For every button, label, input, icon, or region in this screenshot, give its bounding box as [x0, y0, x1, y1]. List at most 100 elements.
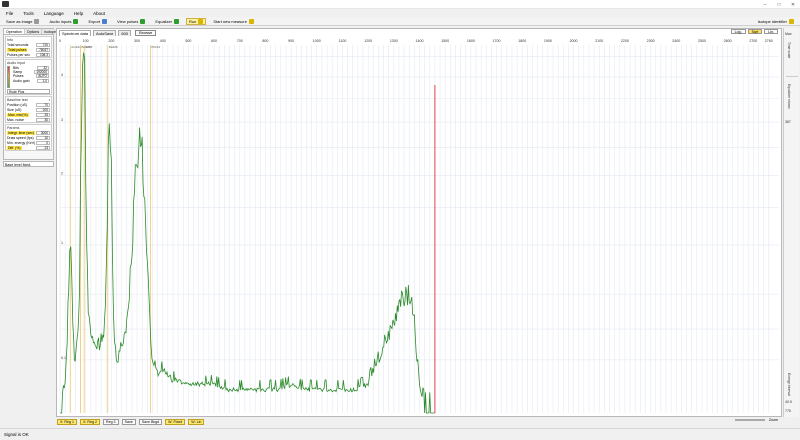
- max-value: Max: [785, 32, 792, 36]
- bottom-bar: X: Reg 1 X: Reg 2 Reg 3 Save Save Bkgd W…: [56, 418, 798, 426]
- chart-header: Spectrum data AutoSave 600 Browse Log. S…: [57, 29, 781, 36]
- size-field[interactable]: 200: [36, 107, 50, 112]
- lin-button[interactable]: W: Lin: [188, 419, 205, 425]
- tab-600[interactable]: 600: [118, 29, 132, 36]
- min-energy-field[interactable]: 0: [36, 140, 50, 145]
- energy-start-value: 40.5: [785, 400, 792, 404]
- zoom-slider[interactable]: [734, 419, 765, 421]
- equalizer-button[interactable]: Equalizer: [152, 18, 182, 25]
- x-tick-label: 2400: [672, 39, 680, 43]
- pulses-per-sec-value: 108.3: [36, 52, 50, 57]
- menu-bar: File Tools Language Help About: [0, 9, 800, 17]
- toggle-icon[interactable]: ◑: [48, 98, 50, 102]
- status-bar: Signal is OK: [0, 428, 800, 440]
- maximize-icon[interactable]: □: [772, 0, 786, 9]
- close-icon[interactable]: ✕: [786, 0, 800, 9]
- scale-value: 387: [785, 120, 791, 124]
- menu-help[interactable]: Help: [74, 11, 83, 16]
- export-button[interactable]: Export: [85, 18, 110, 25]
- left-tabs: Operation Options Isotopes: [4, 29, 61, 35]
- log-scale-button[interactable]: Log.: [730, 29, 746, 34]
- menu-language[interactable]: Language: [44, 11, 64, 16]
- reg2-button[interactable]: X: Reg 2: [79, 419, 100, 425]
- x-tick-label: 1300: [390, 39, 398, 43]
- peak-marker-label: Am241: [71, 45, 81, 49]
- params-section: Params Integr. time (sec) 3000 Draw speed…: [5, 124, 52, 151]
- max-noise-field[interactable]: 30: [36, 117, 50, 122]
- x-tick-label: 2000: [570, 39, 578, 43]
- menu-tools[interactable]: Tools: [23, 11, 34, 16]
- x-tick-label: 600: [211, 39, 217, 43]
- params-row: Integr. time (sec) 3000: [6, 130, 51, 135]
- menu-about[interactable]: About: [93, 11, 105, 16]
- sqrt-scale-button[interactable]: Sqrt: [747, 29, 763, 34]
- position-field[interactable]: 70: [36, 102, 50, 107]
- integr-time-field[interactable]: 3000: [36, 130, 50, 135]
- reg3-button[interactable]: Reg 3: [102, 419, 119, 425]
- save-as-image-button[interactable]: Save as image: [3, 18, 42, 25]
- isotope-identifier-button[interactable]: Isotope identifier: [758, 18, 794, 25]
- tab-spectrum-data[interactable]: Spectrum data: [59, 29, 92, 36]
- start-new-measure-button[interactable]: Start new measure: [210, 18, 257, 25]
- x-tick-label: 2200: [621, 39, 629, 43]
- energy-end-value: 775: [785, 409, 791, 413]
- x-tick-label: 1100: [339, 39, 347, 43]
- app-icon: [2, 1, 9, 7]
- x-tick-label: 800: [262, 39, 268, 43]
- diff-field[interactable]: 23: [36, 145, 50, 150]
- pulses-per-sec-label: Pulses per sec: [7, 52, 30, 57]
- equalizer-icon: [174, 18, 180, 24]
- menu-file[interactable]: File: [6, 11, 13, 16]
- audio-gain-label: Audio gain: [13, 78, 30, 83]
- save-as-image-label: Save as image: [6, 18, 33, 24]
- x-tick-label: 2100: [595, 39, 603, 43]
- peak-marker-label: Pb214: [151, 45, 160, 49]
- tab-operation[interactable]: Operation: [4, 29, 25, 34]
- export-label: Export: [88, 18, 101, 24]
- browse-button[interactable]: Browse: [135, 29, 157, 36]
- right-strip: Max Time scale Equalizer shown 387 Energ…: [783, 28, 799, 417]
- audio-inputs-button[interactable]: Audio inputs: [46, 18, 81, 25]
- spectrum-panel: Spectrum data AutoSave 600 Browse Log. S…: [56, 28, 782, 417]
- y-tick-label: 4: [61, 73, 63, 77]
- draw-speed-field[interactable]: 10: [36, 135, 50, 140]
- params-row: Draw speed (fps) 10: [6, 135, 51, 140]
- x-tick-label: 2600: [724, 39, 732, 43]
- integr-time-label: Integr. time (sec): [7, 130, 36, 135]
- params-row: Diff. (%) 23: [6, 145, 51, 150]
- minimize-icon[interactable]: –: [758, 0, 772, 9]
- baseline-section: Baseline test ◑ Position (uS) 70 Size (uS)…: [5, 96, 52, 123]
- audio-gain-field[interactable]: 1.0: [37, 78, 49, 83]
- total-seconds-label: Total seconds: [7, 42, 29, 47]
- audio-input-body: Bits 32 Samp 192000 Pulses AUTO Audio gain 1…: [6, 65, 51, 89]
- max-min-field[interactable]: 25: [36, 112, 50, 117]
- x-tick-label: 900: [288, 39, 294, 43]
- x-tick-label: 500: [185, 39, 191, 43]
- fixed-button[interactable]: W: Fixed: [165, 419, 186, 425]
- save-bkgd-button[interactable]: Save Bkgd: [138, 419, 163, 425]
- y-tick-label: 2: [61, 171, 63, 175]
- tab-autosave[interactable]: AutoSave: [93, 29, 117, 36]
- baseline-row: Max. noise 30: [6, 117, 51, 122]
- reg1-button[interactable]: X: Reg 1: [57, 419, 77, 425]
- lin-scale-button[interactable]: Lin.: [764, 29, 778, 34]
- left-panel: Operation Options Isotopes Info Total se…: [3, 28, 61, 160]
- total-seconds-value: 720: [36, 42, 50, 47]
- y-tick-label: 1: [61, 241, 63, 245]
- audio-device-select[interactable]: Rode Plus: [7, 89, 50, 94]
- run-button[interactable]: Run: [186, 17, 207, 25]
- tab-options[interactable]: Options: [24, 29, 43, 34]
- view-pulses-label: View pulses: [117, 18, 139, 24]
- total-pulses-value: 78037: [36, 47, 50, 52]
- save-button[interactable]: Save: [121, 419, 136, 425]
- x-tick-label: 2300: [647, 39, 655, 43]
- zoom-control: Zoom: [734, 418, 778, 422]
- view-pulses-button[interactable]: View pulses: [114, 18, 148, 25]
- equalizer-shown-label: Equalizer shown: [787, 84, 791, 109]
- status-text: Signal is OK: [4, 432, 29, 437]
- spectrum-chart[interactable]: 0 100 200 300 400 500 600 700 800 900 1000 1100 1200…: [57, 36, 781, 416]
- divider: [786, 76, 798, 77]
- x-tick-label: 200: [108, 39, 114, 43]
- start-new-measure-label: Start new measure: [213, 18, 247, 24]
- x-tick-label: 2500: [698, 39, 706, 43]
